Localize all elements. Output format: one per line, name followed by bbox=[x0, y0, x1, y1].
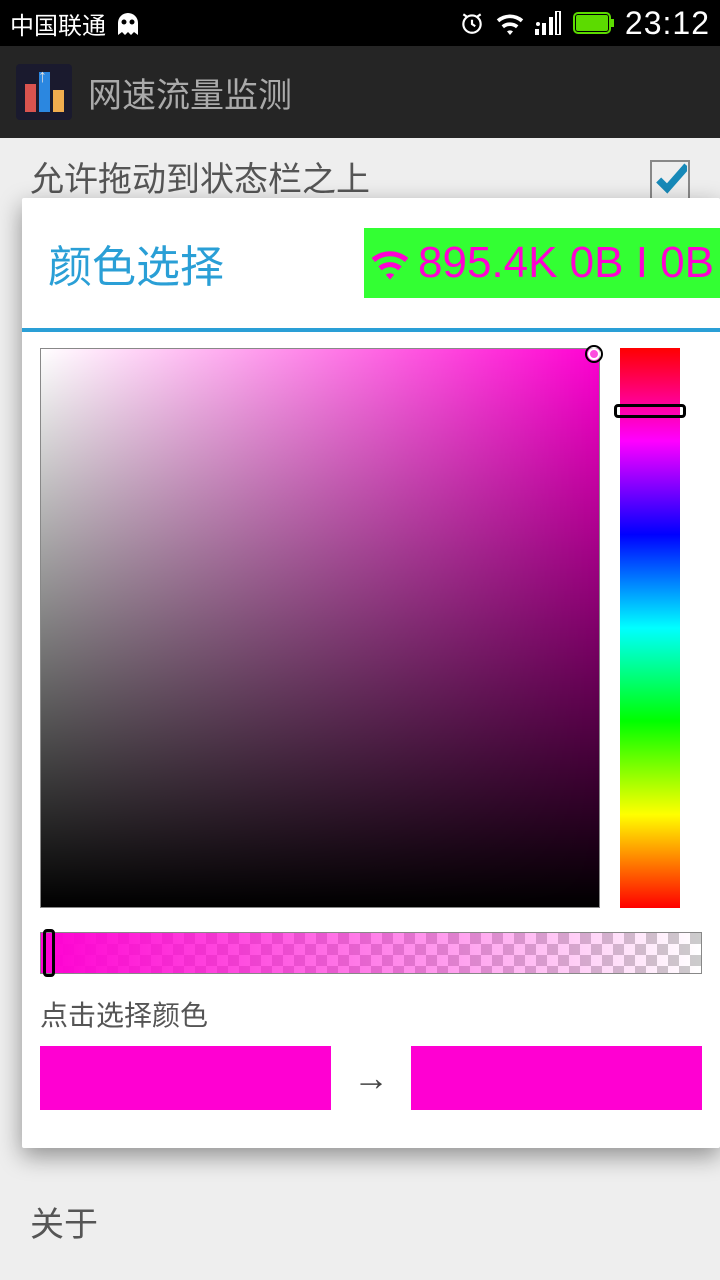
hue-slider[interactable] bbox=[620, 348, 680, 908]
preview-color-swatch bbox=[411, 1046, 702, 1110]
battery-icon bbox=[573, 11, 615, 35]
wifi-icon bbox=[495, 11, 525, 35]
dialog-title: 颜色选择 bbox=[48, 231, 224, 295]
app-title: 网速流量监测 bbox=[88, 68, 292, 117]
setting-title: 允许拖动到状态栏之上 bbox=[30, 152, 370, 201]
app-icon: ↑ bbox=[16, 64, 72, 120]
current-color-swatch[interactable] bbox=[40, 1046, 331, 1110]
clock-label: 23:12 bbox=[625, 5, 710, 42]
status-bar: 中国联通 23:12 bbox=[0, 0, 720, 46]
alarm-icon bbox=[459, 10, 485, 36]
arrow-icon: → bbox=[353, 1057, 389, 1099]
network-text: 895.4K 0B I 0B bbox=[418, 238, 714, 288]
check-icon bbox=[653, 163, 687, 197]
signal-icon bbox=[535, 11, 563, 35]
alpha-cursor[interactable] bbox=[43, 929, 55, 977]
sv-cursor[interactable] bbox=[585, 345, 603, 363]
setting-checkbox[interactable] bbox=[650, 160, 690, 200]
network-overlay-badge: 895.4K 0B I 0B bbox=[364, 228, 720, 298]
carrier-label: 中国联通 bbox=[10, 6, 106, 41]
color-picker-dialog: 颜色选择 895.4K 0B I 0B 点击选择颜色 → bbox=[22, 198, 720, 1148]
swatch-label: 点击选择颜色 bbox=[40, 994, 702, 1034]
wifi-icon bbox=[370, 245, 410, 281]
ghost-icon bbox=[112, 9, 144, 37]
hue-cursor[interactable] bbox=[614, 404, 686, 418]
app-header: ↑ 网速流量监测 bbox=[0, 46, 720, 138]
saturation-value-panel[interactable] bbox=[40, 348, 600, 908]
alpha-slider[interactable] bbox=[40, 932, 702, 974]
about-item[interactable]: 关于 bbox=[30, 1197, 98, 1246]
